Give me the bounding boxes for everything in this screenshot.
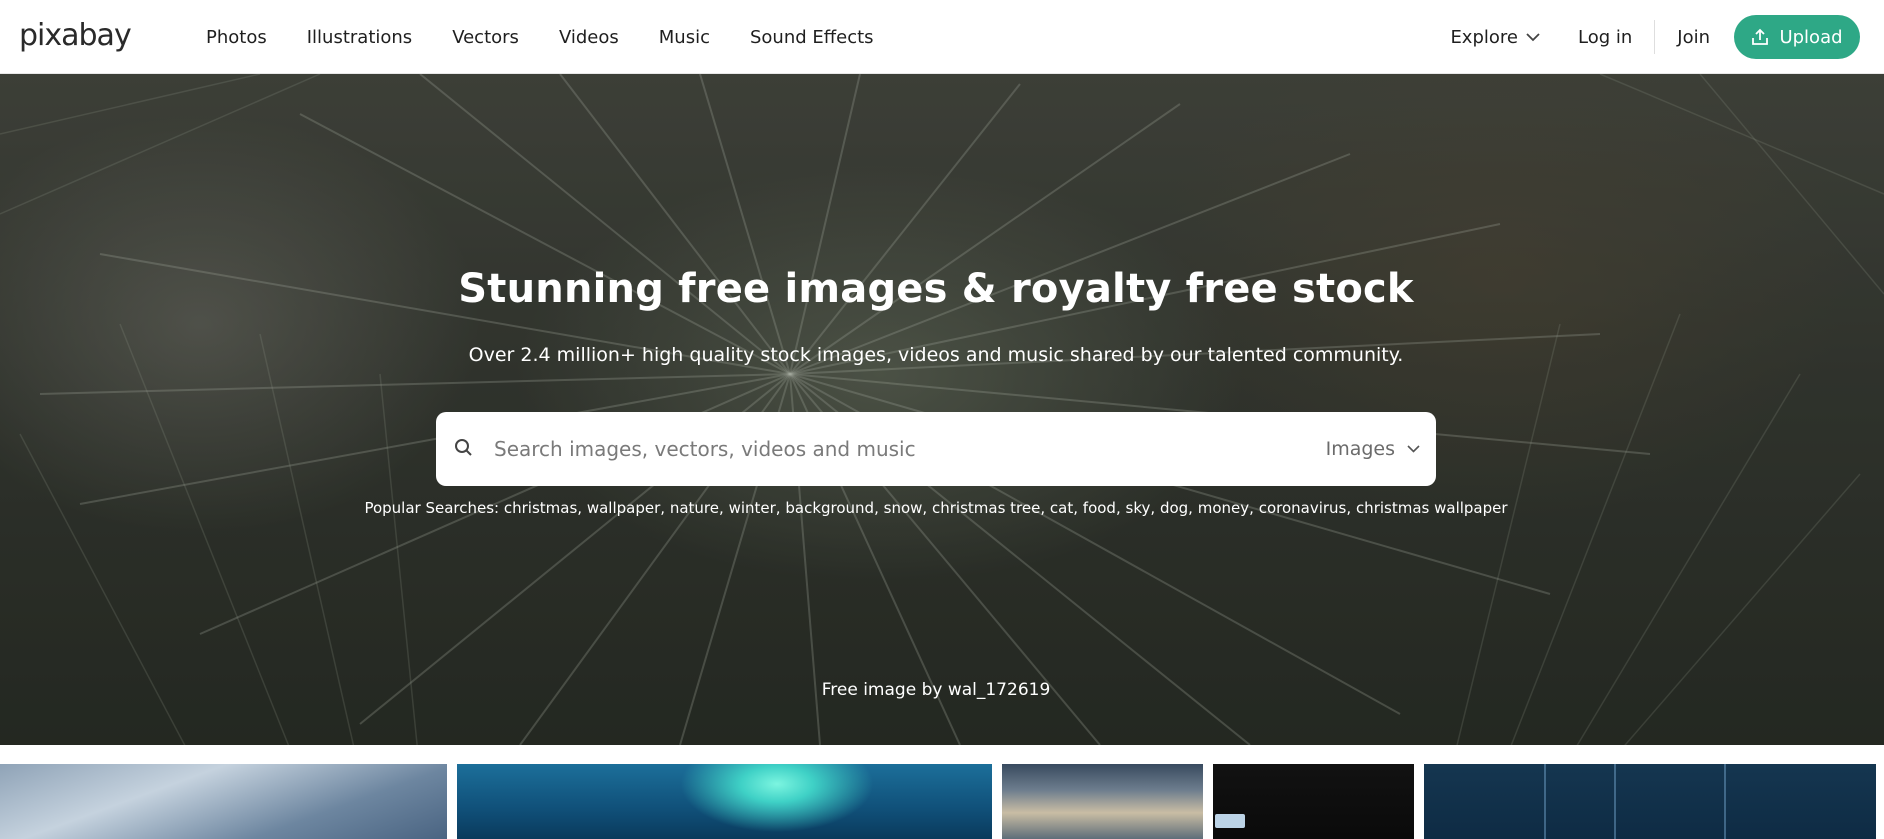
image-thumbnail[interactable] [1213, 764, 1414, 839]
nav-photos[interactable]: Photos [206, 27, 267, 48]
nav-divider [1654, 20, 1656, 54]
search-type-label: Images [1325, 438, 1395, 460]
nav-vectors[interactable]: Vectors [452, 27, 519, 48]
popular-search-link[interactable]: christmas tree [932, 499, 1040, 517]
popular-searches-list: christmas, wallpaper, nature, winter, ba… [503, 499, 1508, 517]
popular-search-link[interactable]: nature [670, 499, 719, 517]
nav-music[interactable]: Music [659, 27, 710, 48]
hero-subtitle: Over 2.4 million+ high quality stock ima… [468, 344, 1404, 366]
search-input[interactable] [494, 412, 1254, 486]
popular-search-link[interactable]: coronavirus [1259, 499, 1347, 517]
popular-search-link[interactable]: christmas wallpaper [1356, 499, 1508, 517]
thumbnail-detail [1215, 814, 1245, 828]
popular-search-link[interactable]: background [785, 499, 874, 517]
image-credit[interactable]: Free image by wal_172619 [0, 680, 1872, 700]
hero-banner: Stunning free images & royalty free stoc… [0, 74, 1884, 745]
search-icon [455, 439, 472, 456]
logo[interactable]: pixabay [19, 18, 132, 53]
nav-videos[interactable]: Videos [559, 27, 619, 48]
main-nav: Photos Illustrations Vectors Videos Musi… [206, 0, 914, 74]
explore-label: Explore [1450, 26, 1518, 48]
nav-illustrations[interactable]: Illustrations [307, 27, 412, 48]
thumbnail-detail [1724, 764, 1726, 839]
image-thumbnail[interactable] [0, 764, 447, 839]
login-link[interactable]: Log in [1578, 27, 1632, 48]
popular-search-link[interactable]: sky [1126, 499, 1151, 517]
search-type-dropdown[interactable]: Images [1326, 412, 1420, 486]
explore-menu[interactable]: Explore [1450, 27, 1540, 48]
upload-label: Upload [1779, 26, 1843, 48]
image-thumbnail[interactable] [1002, 764, 1203, 839]
chevron-down-icon [1526, 32, 1540, 41]
image-thumbnail[interactable] [1424, 764, 1876, 839]
upload-button[interactable]: Upload [1734, 15, 1860, 59]
top-header: pixabay Photos Illustrations Vectors Vid… [0, 0, 1884, 74]
popular-searches-label: Popular Searches: [364, 499, 500, 517]
thumbnail-detail [1544, 764, 1546, 839]
popular-search-link[interactable]: christmas [504, 499, 577, 517]
popular-search-link[interactable]: food [1083, 499, 1116, 517]
popular-search-link[interactable]: cat [1050, 499, 1073, 517]
nav-sound-effects[interactable]: Sound Effects [750, 27, 874, 48]
popular-searches: Popular Searches: christmas, wallpaper, … [0, 499, 1872, 517]
chevron-down-icon [1407, 445, 1420, 453]
popular-search-link[interactable]: wallpaper [587, 499, 660, 517]
account-nav: Explore Log in Join Upload [1450, 0, 1860, 74]
upload-icon [1752, 28, 1769, 45]
image-grid [0, 764, 1884, 839]
popular-search-link[interactable]: dog [1160, 499, 1188, 517]
image-thumbnail[interactable] [457, 764, 992, 839]
hero-title: Stunning free images & royalty free stoc… [458, 266, 1414, 312]
search-bar: Images [436, 412, 1436, 486]
popular-search-link[interactable]: snow [884, 499, 923, 517]
popular-search-link[interactable]: winter [729, 499, 776, 517]
thumbnail-detail [1614, 764, 1616, 839]
popular-search-link[interactable]: money [1198, 499, 1249, 517]
hero-overlay [0, 74, 1884, 745]
join-link[interactable]: Join [1677, 27, 1710, 48]
